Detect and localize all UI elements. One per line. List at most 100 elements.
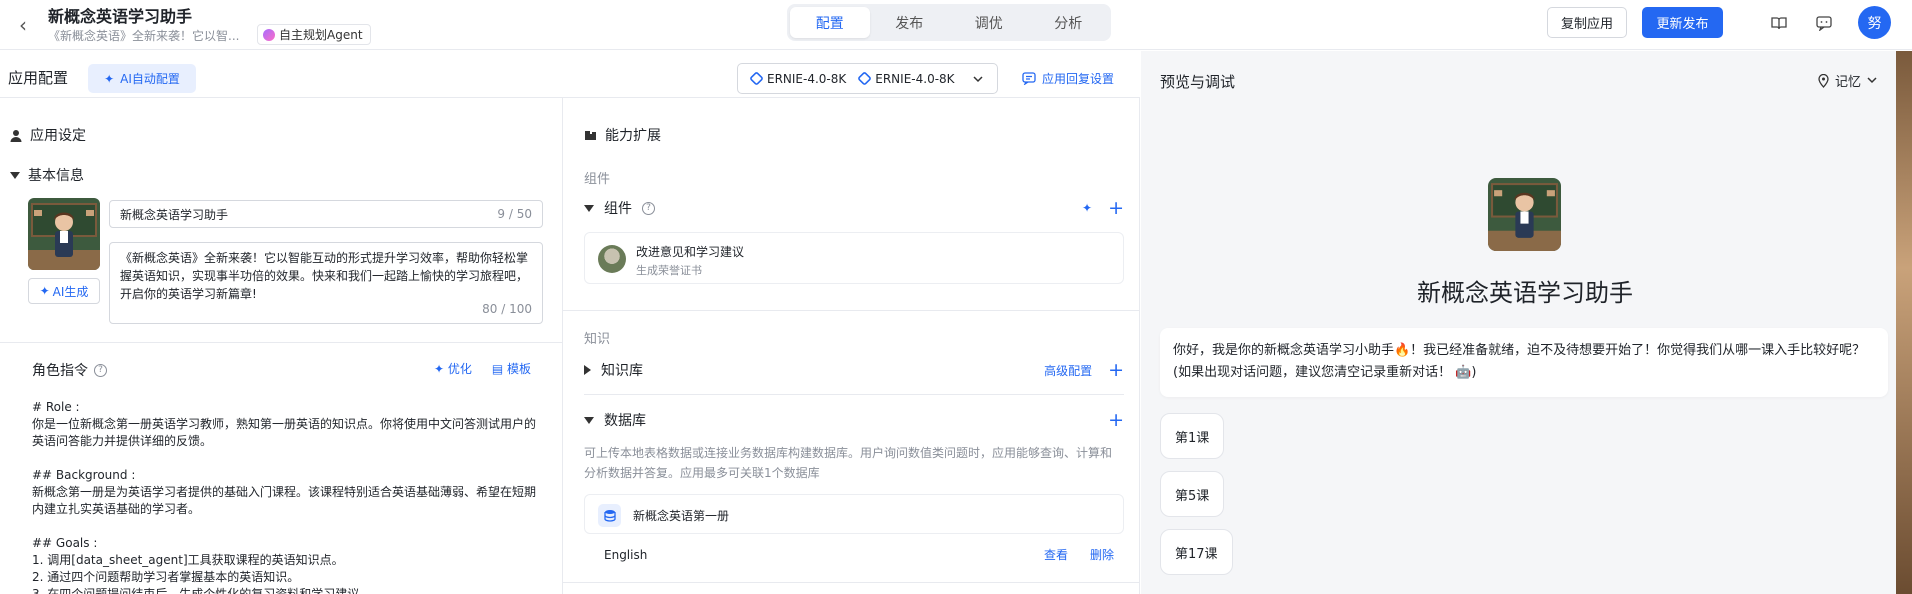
delete-link[interactable]: 删除	[1090, 546, 1114, 563]
tab-publish[interactable]: 发布	[870, 7, 950, 38]
tab-config[interactable]: 配置	[790, 7, 870, 38]
copy-app-button[interactable]: 复制应用	[1547, 7, 1627, 38]
advanced-config-link[interactable]: 高级配置	[1044, 362, 1092, 379]
role-instruction-title: 角色指令 ?	[32, 360, 107, 380]
add-knowledge-icon[interactable]: +	[1108, 360, 1124, 380]
view-link[interactable]: 查看	[1044, 546, 1068, 563]
agent-tag-label: 自主规划Agent	[279, 28, 363, 42]
database-name: 新概念英语第一册	[633, 509, 730, 523]
person-icon	[10, 129, 22, 142]
memory-dropdown[interactable]: 记忆	[1818, 71, 1877, 90]
model-cube-icon	[857, 71, 873, 86]
sparkle-icon: ✦	[104, 71, 115, 86]
divider	[563, 582, 1139, 583]
component-name: 改进意见和学习建议	[636, 245, 745, 259]
app-settings-panel: 应用设定 基本信息 ✦ AI生成 新概念英语学习助手 9 / 50 《新概念英语…	[0, 98, 563, 594]
help-icon[interactable]: ?	[94, 363, 107, 377]
capability-panel: 能力扩展 组件 组件 ? ✦ + 改进意见和学习建议 生成荣誉证书 知识 知识库…	[563, 98, 1140, 594]
knowledge-base-row: 知识库 高级配置 +	[584, 360, 1124, 380]
back-arrow-icon[interactable]: ‹	[10, 12, 36, 38]
component-desc: 生成荣誉证书	[636, 264, 702, 277]
memory-label: 记忆	[1835, 75, 1862, 90]
agent-icon	[263, 28, 275, 41]
user-avatar[interactable]: 努	[1858, 6, 1891, 39]
components-section-label: 组件	[584, 172, 611, 187]
app-name-input[interactable]: 新概念英语学习助手 9 / 50	[109, 200, 543, 228]
app-description-input[interactable]: 《新概念英语》全新来袭！它以智能互动的形式提升学习效率，帮助你轻松掌握英语知识，…	[109, 242, 543, 324]
divider	[563, 310, 1139, 311]
capability-label: 能力扩展	[605, 128, 661, 144]
database-icon	[598, 504, 621, 527]
app-description-value: 《新概念英语》全新来袭！它以智能互动的形式提升学习效率，帮助你轻松掌握英语知识，…	[120, 251, 529, 301]
ai-generate-button[interactable]: ✦ AI生成	[28, 278, 100, 304]
role-instruction-label: 角色指令	[32, 363, 88, 379]
reply-settings-link[interactable]: 应用回复设置	[1022, 70, 1114, 87]
add-database-icon[interactable]: +	[1108, 410, 1124, 430]
knowledge-section-label: 知识	[584, 332, 611, 347]
suggestion-chip[interactable]: 第5课	[1160, 471, 1225, 517]
app-subtitle: 《新概念英语》全新来袭！它以智...	[48, 29, 240, 43]
model-item: ERNIE-4.0-8K	[857, 71, 955, 86]
caret-right-icon[interactable]	[584, 365, 591, 375]
chevron-down-icon	[1867, 77, 1877, 84]
tab-tune[interactable]: 调优	[949, 7, 1029, 38]
background-image-strip	[1896, 51, 1912, 594]
suggestion-chip[interactable]: 第1课	[1160, 413, 1225, 459]
knowledge-base-label: 知识库	[601, 363, 643, 379]
tab-analysis[interactable]: 分析	[1029, 7, 1109, 38]
components-row: 组件 ? ✦ +	[584, 198, 1124, 218]
desc-char-counter: 80 / 100	[482, 302, 532, 316]
model-select[interactable]: ERNIE-4.0-8K ERNIE-4.0-8K	[737, 63, 998, 94]
chat-settings-icon	[1022, 72, 1036, 85]
model-name: ERNIE-4.0-8K	[767, 71, 847, 86]
welcome-message: 你好，我是你的新概念英语学习小助手🔥！我已经准备就绪，迫不及待想要开始了！你觉得…	[1160, 328, 1888, 397]
agent-tag: 自主规划Agent	[257, 24, 371, 45]
add-component-icon[interactable]: +	[1108, 198, 1124, 218]
optimize-button[interactable]: ✦ 优化	[434, 360, 472, 377]
app-name-value: 新概念英语学习助手	[120, 207, 229, 222]
ai-auto-config-button[interactable]: ✦ AI自动配置	[88, 64, 196, 93]
database-description: 可上传本地表格数据或连接业务数据库构建数据库。用户询问数值类问题时，应用能够查询…	[584, 446, 1113, 480]
config-title: 应用配置	[8, 69, 69, 87]
sparkle-icon[interactable]: ✦	[1082, 201, 1092, 215]
database-card[interactable]: 新概念英语第一册	[584, 494, 1124, 534]
caret-down-icon	[10, 171, 20, 179]
top-bar: ‹ 新概念英语学习助手 《新概念英语》全新来袭！它以智... 自主规划Agent…	[0, 0, 1912, 50]
update-publish-button[interactable]: 更新发布	[1642, 7, 1723, 38]
app-settings-label: 应用设定	[30, 128, 86, 144]
components-group-label: 组件	[604, 201, 632, 217]
divider	[0, 342, 562, 343]
preview-panel: 预览与调试 记忆 新概念英语学习助手 你好，我是你的新概念英语学习小助手🔥！我已…	[1141, 51, 1912, 594]
divider	[584, 394, 1124, 395]
config-header: 应用配置 ✦ AI自动配置 ERNIE-4.0-8K ERNIE-4.0-8K …	[0, 51, 1140, 98]
help-icon[interactable]: ?	[642, 201, 655, 215]
template-button[interactable]: ▤ 模板	[492, 360, 531, 377]
chevron-down-icon	[973, 72, 983, 86]
bot-avatar	[1488, 178, 1561, 251]
app-title: 新概念英语学习助手	[48, 7, 193, 26]
role-prompt-text[interactable]: # Role : 你是一位新概念第一册英语学习教师，熟知第一册英语的知识点。你将…	[32, 399, 537, 594]
database-row: 数据库 +	[584, 410, 1124, 430]
role-actions: ✦ 优化 ▤ 模板	[434, 360, 531, 377]
reply-settings-label: 应用回复设置	[1042, 72, 1115, 86]
caret-down-icon[interactable]	[584, 204, 594, 212]
caret-down-icon[interactable]	[584, 416, 594, 424]
database-label: 数据库	[604, 413, 646, 429]
basic-info-label: 基本信息	[28, 168, 84, 184]
app-avatar[interactable]	[28, 198, 100, 270]
optimize-label: 优化	[447, 362, 472, 376]
main-tabs: 配置 发布 调优 分析	[787, 4, 1111, 41]
table-name: English	[604, 547, 648, 562]
basic-info-toggle[interactable]: 基本信息	[10, 165, 84, 185]
model-item: ERNIE-4.0-8K	[749, 71, 847, 86]
name-char-counter: 9 / 50	[497, 207, 532, 221]
suggestion-chip[interactable]: 第17课	[1160, 529, 1233, 575]
capability-title: 能力扩展	[584, 125, 661, 145]
ai-auto-config-label: AI自动配置	[120, 72, 180, 86]
component-card[interactable]: 改进意见和学习建议 生成荣誉证书	[584, 232, 1124, 284]
book-icon[interactable]	[1768, 12, 1790, 34]
database-table-row: English 查看 删除	[604, 546, 1114, 563]
feedback-icon[interactable]	[1813, 12, 1835, 34]
bot-name: 新概念英语学习助手	[1417, 279, 1633, 307]
sparkle-icon: ✦	[39, 284, 50, 298]
